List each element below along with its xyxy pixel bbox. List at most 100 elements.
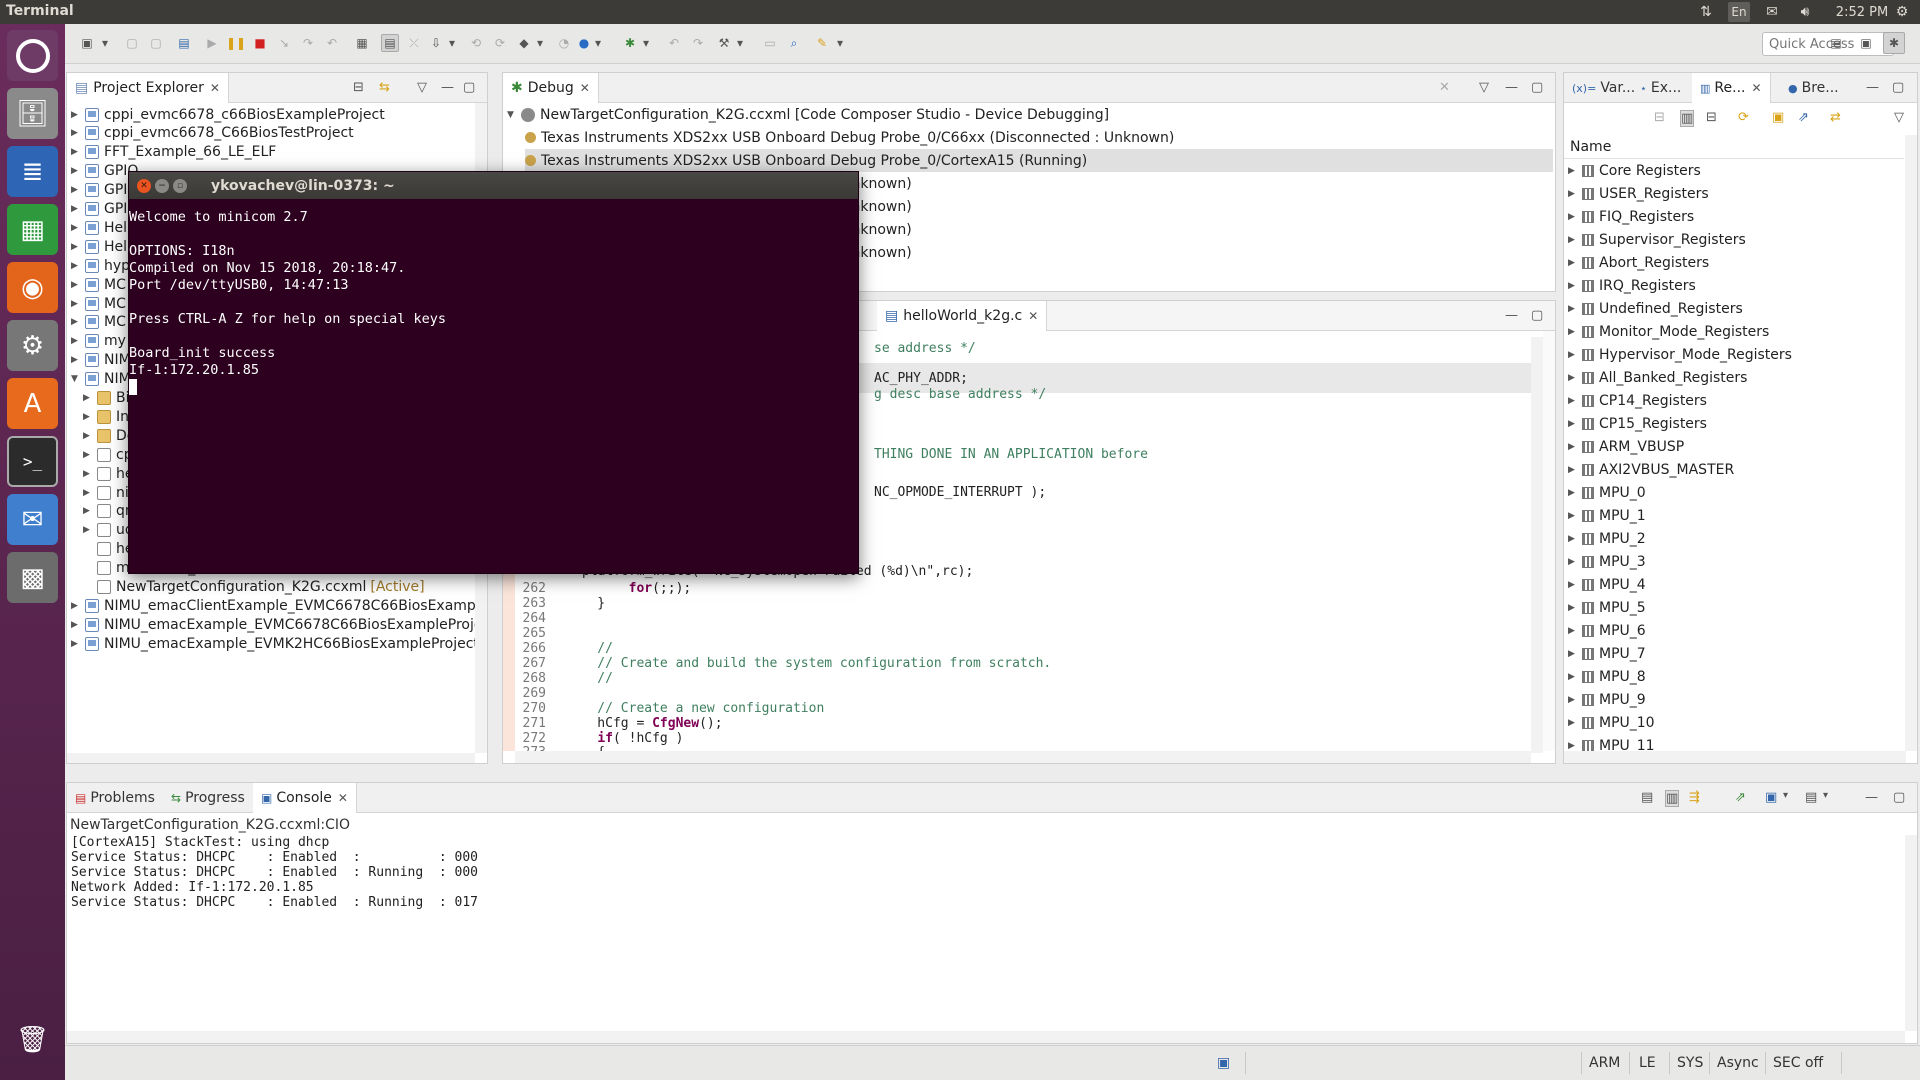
system-settings-icon[interactable]: ⚙	[7, 320, 58, 371]
register-group-item[interactable]: ▶ MPU_2	[1568, 527, 1646, 550]
maximize-icon[interactable]: ▢	[1892, 80, 1904, 95]
search-icon[interactable]: ⌕	[785, 34, 803, 52]
expand-arrow-icon[interactable]: ▶	[1568, 373, 1578, 383]
expand-arrow-icon[interactable]: ▶	[71, 317, 81, 327]
remove-terminated-icon[interactable]: ✕	[1439, 80, 1450, 95]
tree-item[interactable]: ▶ MC	[71, 275, 126, 294]
refresh-icon[interactable]: ⟳	[1738, 110, 1749, 125]
expand-arrow-icon[interactable]: ▶	[1568, 649, 1578, 659]
terminal-output[interactable]: Welcome to minicom 2.7 OPTIONS: I18n Comp…	[129, 199, 858, 395]
expand-arrow-icon[interactable]: ▶	[1568, 304, 1578, 314]
expand-arrow-icon[interactable]: ▶	[1568, 580, 1578, 590]
expand-arrow-icon[interactable]: ▶	[1568, 695, 1578, 705]
pin-dropdown-icon[interactable]: ▾	[835, 34, 845, 52]
keyboard-lang-indicator[interactable]: En	[1728, 2, 1750, 22]
debug-target-item[interactable]: Texas Instruments XDS2xx USB Onboard Deb…	[525, 149, 1553, 172]
clock-icon[interactable]: ◔	[555, 34, 573, 52]
register-group-item[interactable]: ▶ Hypervisor_Mode_Registers	[1568, 343, 1792, 366]
terminal-view-icon[interactable]: ▤	[175, 34, 193, 52]
thunderbird-icon[interactable]: ✉	[7, 494, 58, 545]
clock[interactable]: 2:52 PM	[1832, 2, 1892, 22]
register-group-item[interactable]: ▶ All_Banked_Registers	[1568, 366, 1747, 389]
terminal-titlebar[interactable]: ✕ − ▫ ykovachev@lin-0373: ~	[129, 172, 858, 199]
minimize-icon[interactable]: —	[1865, 790, 1878, 805]
expand-arrow-icon[interactable]: ▶	[1568, 281, 1578, 291]
expand-arrow-icon[interactable]: ▶	[83, 488, 93, 498]
tree-item[interactable]: ▶ my	[71, 332, 126, 351]
minimize-icon[interactable]: —	[1505, 80, 1518, 95]
expand-arrow-icon[interactable]: ▶	[71, 110, 81, 120]
load-program-icon[interactable]: ⇩	[427, 34, 445, 52]
expand-arrow-icon[interactable]: ▶	[71, 639, 81, 649]
tab-expressions[interactable]: ⋆ Ex...	[1632, 73, 1689, 103]
maximize-icon[interactable]: ▢	[1531, 308, 1543, 323]
new-group-icon[interactable]: ▣	[1772, 110, 1784, 125]
back-icon[interactable]: ↶	[665, 34, 683, 52]
register-group-item[interactable]: ▶ Undefined_Registers	[1568, 297, 1743, 320]
tree-item[interactable]: ▶ he	[83, 464, 134, 483]
register-group-item[interactable]: ▶ Core Registers	[1568, 159, 1701, 182]
register-group-item[interactable]: ▶ Supervisor_Registers	[1568, 228, 1746, 251]
expand-arrow-icon[interactable]: ▶	[1568, 511, 1578, 521]
registers-column-header[interactable]: Name	[1564, 135, 1904, 159]
show-type-icon[interactable]: ▥	[1680, 110, 1695, 127]
ccs-debug-perspective-icon[interactable]: ✱	[1883, 32, 1905, 54]
collapse-all-icon[interactable]: ⊟	[353, 80, 364, 95]
expand-arrow-icon[interactable]: ▶	[1568, 741, 1578, 751]
expand-arrow-icon[interactable]: ▶	[1568, 534, 1578, 544]
expand-arrow-icon[interactable]: ▶	[1568, 166, 1578, 176]
debug-dropdown-icon[interactable]: ▾	[641, 34, 651, 52]
minimize-icon[interactable]: —	[1866, 80, 1879, 95]
register-group-item[interactable]: ▶ CP15_Registers	[1568, 412, 1707, 435]
expand-arrow-icon[interactable]: ▶	[71, 166, 81, 176]
tree-item[interactable]: ▶ NIMU_emacClientExample_EVMC6678C66BiosE…	[71, 596, 475, 615]
expand-arrow-icon[interactable]: ▶	[71, 355, 81, 365]
register-group-item[interactable]: ▶ FIQ_Registers	[1568, 205, 1694, 228]
register-group-item[interactable]: ▶ MPU_8	[1568, 665, 1646, 688]
minimize-icon[interactable]: —	[441, 80, 454, 95]
network-arrows-icon[interactable]: ⇅	[1697, 2, 1715, 22]
debug-icon[interactable]: ✱	[621, 34, 639, 52]
tree-item[interactable]: ▶ cppi_evmc6678_C66BiosTestProject	[71, 124, 354, 143]
display-dropdown-icon[interactable]: ▾	[1783, 790, 1788, 801]
maximize-icon[interactable]: ▢	[1531, 80, 1543, 95]
restart-icon[interactable]: ⟲	[467, 34, 485, 52]
tree-item[interactable]: ▶ NIMU_emacExample_EVMK2HC66BiosExamplePr…	[71, 634, 475, 653]
step-return-icon[interactable]: ↶	[323, 34, 341, 52]
view-menu-icon[interactable]: ▽	[1479, 80, 1489, 95]
target-dropdown-icon[interactable]: ▾	[593, 34, 603, 52]
new-icon[interactable]: ▣	[78, 34, 96, 52]
register-group-item[interactable]: ▶ MPU_3	[1568, 550, 1646, 573]
workspace-switcher-icon[interactable]: ▩	[7, 552, 58, 603]
word-wrap-icon[interactable]: ⇶	[1689, 790, 1700, 805]
tree-item[interactable]: ▶ FFT_Example_66_LE_ELF	[71, 143, 276, 162]
firefox-icon[interactable]: ◉	[7, 262, 58, 313]
step-into-icon[interactable]: ↘	[275, 34, 293, 52]
save-icon[interactable]: ▢	[123, 34, 141, 52]
minimize-window-icon[interactable]: −	[155, 178, 169, 193]
display-console-icon[interactable]: ▣	[1765, 790, 1777, 805]
register-group-item[interactable]: ▶ MPU_5	[1568, 596, 1646, 619]
open-console-dropdown-icon[interactable]: ▾	[1823, 790, 1828, 801]
expand-arrow-icon[interactable]: ▶	[83, 412, 93, 422]
register-group-item[interactable]: ▶ USER_Registers	[1568, 182, 1709, 205]
expand-arrow-icon[interactable]: ▶	[1568, 189, 1578, 199]
status-icon[interactable]: ▣	[1217, 1055, 1230, 1071]
register-group-item[interactable]: ▶ MPU_0	[1568, 481, 1646, 504]
scrollbar-vertical[interactable]	[1905, 135, 1917, 751]
close-icon[interactable]: ✕	[338, 791, 348, 805]
tree-item[interactable]: ▶ hyp	[71, 256, 130, 275]
expand-arrow-icon[interactable]: ▶	[1568, 396, 1578, 406]
expand-arrow-icon[interactable]: ▶	[71, 147, 81, 157]
breakpoint-icon[interactable]: ◆	[515, 34, 533, 52]
expand-arrow-icon[interactable]: ▶	[71, 185, 81, 195]
scroll-lock-icon[interactable]: ▥	[1665, 790, 1680, 807]
tree-item[interactable]: ▶ NIMU_emacExample_EVMC6678C66BiosExample…	[71, 615, 475, 634]
build-hammer-icon[interactable]: ⚒	[715, 34, 733, 52]
register-group-item[interactable]: ▶ Monitor_Mode_Registers	[1568, 320, 1769, 343]
register-group-item[interactable]: ▶ MPU_7	[1568, 642, 1646, 665]
view-menu-icon[interactable]: ▽	[1894, 110, 1904, 125]
disconnect-icon[interactable]: ⤫	[405, 34, 423, 52]
reset-icon[interactable]: ⟳	[491, 34, 509, 52]
maximize-window-icon[interactable]: ▫	[173, 178, 187, 193]
